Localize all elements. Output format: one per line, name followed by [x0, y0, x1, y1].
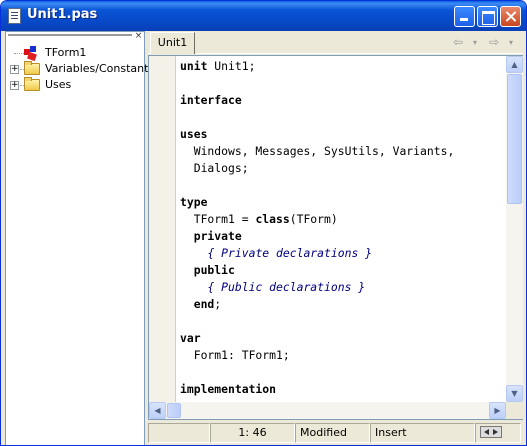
tree-item-label: Uses — [45, 78, 72, 91]
scroll-left-button[interactable]: ◀ — [149, 402, 166, 419]
code-form-toggle-icon[interactable] — [480, 426, 502, 438]
scrollbar-corner — [506, 402, 523, 419]
code-line[interactable]: Windows, Messages, SysUtils, Variants, — [180, 143, 506, 160]
document-icon — [8, 8, 21, 24]
folder-icon — [24, 77, 40, 91]
code-keyword: type — [180, 195, 208, 209]
code-line[interactable]: type — [180, 194, 506, 211]
code-line[interactable]: TForm1 = class(TForm) — [180, 211, 506, 228]
code-line[interactable] — [180, 364, 506, 381]
maximize-button[interactable] — [477, 6, 498, 27]
window-title: Unit1.pas — [27, 7, 98, 22]
code-text: TForm1 = — [180, 212, 256, 226]
minimize-button[interactable] — [454, 6, 475, 27]
code-line[interactable]: { Private declarations } — [180, 245, 506, 262]
code-text: (TForm) — [289, 212, 338, 226]
code-line[interactable]: Form1: TForm1; — [180, 347, 506, 364]
code-line[interactable]: Dialogs; — [180, 160, 506, 177]
scroll-up-button[interactable]: ▲ — [506, 56, 523, 73]
code-text: Windows, Messages, SysUtils, Variants, — [180, 144, 455, 158]
expand-icon[interactable]: + — [10, 65, 19, 74]
status-panel-view — [475, 423, 521, 443]
code-comment: { Private declarations } — [207, 246, 373, 260]
source-code[interactable]: unit Unit1; interface uses Windows, Messag… — [180, 58, 506, 402]
tree-item-label: TForm1 — [45, 46, 87, 59]
code-keyword: uses — [180, 127, 208, 141]
code-text: ; — [214, 297, 222, 311]
tree-item-tform1[interactable]: TForm1 — [6, 45, 144, 62]
vertical-scrollbar[interactable]: ▲ ▼ — [506, 56, 523, 402]
code-line[interactable]: private — [180, 228, 506, 245]
code-editor[interactable]: unit Unit1; interface uses Windows, Messag… — [148, 55, 523, 420]
vertical-scroll-thumb[interactable] — [507, 74, 522, 204]
tree-item-uses[interactable]: + Uses — [6, 77, 144, 93]
code-keyword: implementation — [180, 382, 277, 396]
code-keyword: end — [193, 297, 215, 311]
code-line[interactable]: implementation — [180, 381, 506, 398]
back-arrow-icon[interactable]: ⇦ — [453, 35, 463, 49]
horizontal-scroll-thumb[interactable] — [167, 403, 181, 418]
code-line[interactable]: interface — [180, 92, 506, 109]
status-panel-blank — [148, 423, 210, 443]
code-keyword: var — [180, 331, 201, 345]
code-line[interactable] — [180, 109, 506, 126]
tab-unit1[interactable]: Unit1 — [150, 32, 195, 54]
back-dropdown-icon[interactable]: ▾ — [473, 38, 477, 47]
forward-dropdown-icon[interactable]: ▾ — [509, 38, 513, 47]
code-text: Form1: TForm1; — [180, 348, 290, 362]
code-explorer: × TForm1 + Variables/Constants + Uses — [5, 31, 154, 445]
explorer-grip[interactable] — [8, 34, 132, 36]
code-text: Dialogs; — [180, 161, 249, 175]
code-line[interactable] — [180, 75, 506, 92]
horizontal-scrollbar[interactable]: ◀ ▶ — [149, 402, 506, 419]
forward-arrow-icon[interactable]: ⇨ — [489, 35, 499, 49]
code-line[interactable]: unit Unit1; — [180, 58, 506, 75]
code-keyword: private — [193, 229, 242, 243]
title-bar[interactable]: Unit1.pas — [1, 1, 526, 31]
code-line[interactable]: public — [180, 262, 506, 279]
expand-icon[interactable]: + — [10, 81, 19, 90]
scroll-down-button[interactable]: ▼ — [506, 385, 523, 402]
code-keyword: interface — [180, 93, 242, 107]
folder-icon — [24, 61, 40, 75]
explorer-header: × — [6, 32, 144, 41]
editor-gutter[interactable] — [149, 56, 176, 402]
code-line[interactable]: end; — [180, 296, 506, 313]
code-comment: { Public declarations } — [207, 280, 366, 294]
cursor-position: 1: 46 — [210, 423, 295, 443]
tree-item-variables-constants[interactable]: + Variables/Constants — [6, 61, 154, 77]
editor-window: Unit1.pas × TForm1 + Variables/Constants… — [0, 0, 527, 446]
code-keyword: class — [255, 212, 290, 226]
code-text: Unit1; — [207, 59, 256, 73]
form-class-icon — [24, 46, 40, 62]
code-line[interactable]: var — [180, 330, 506, 347]
code-line[interactable]: { Public declarations } — [180, 279, 506, 296]
editor-tab-bar: Unit1 ⇦ ▾ ⇨ ▾ — [148, 31, 523, 54]
code-line[interactable] — [180, 177, 506, 194]
code-keyword: public — [193, 263, 235, 277]
explorer-close-icon[interactable]: × — [134, 32, 143, 41]
tree-item-label: Variables/Constants — [45, 62, 155, 75]
code-line[interactable] — [180, 313, 506, 330]
status-bar: 1: 46 Modified Insert — [148, 422, 523, 444]
modified-indicator: Modified — [295, 423, 370, 443]
close-button[interactable] — [500, 6, 521, 27]
navigation-arrows: ⇦ ▾ ⇨ ▾ — [453, 35, 521, 49]
code-keyword: unit — [180, 59, 208, 73]
insert-mode-indicator: Insert — [370, 423, 475, 443]
code-line[interactable]: uses — [180, 126, 506, 143]
scroll-right-button[interactable]: ▶ — [489, 402, 506, 419]
